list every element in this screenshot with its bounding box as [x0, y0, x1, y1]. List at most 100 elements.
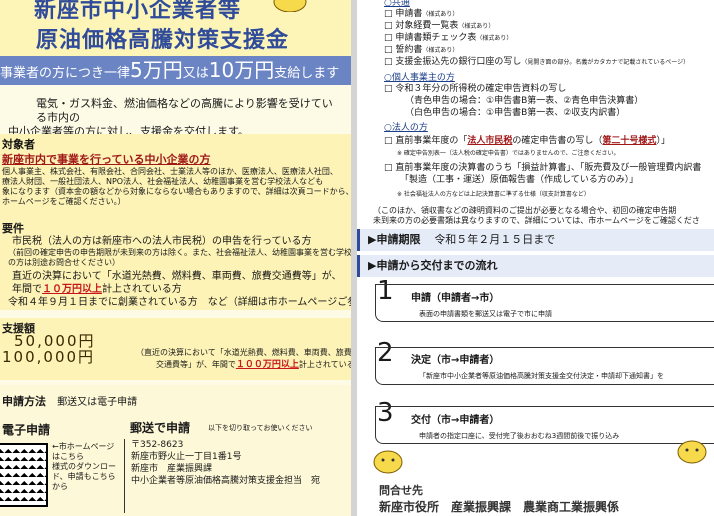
step-title: 交付（市→申請者）: [411, 415, 500, 426]
requirement-3: 令和４年９月１日までに創業されている方 など（詳細は市ホームページご参照）: [8, 297, 351, 308]
mascot-icon: [677, 440, 707, 464]
mail-label: 郵送で申請: [130, 421, 191, 435]
method-line: 申請方法 郵送又は電子申請: [2, 393, 137, 409]
common-item-label: 対象経費一覧表: [395, 21, 459, 31]
corp1-mid: の確定申告書の写し（: [512, 136, 603, 146]
corp2-a: 直前事業年度の決算書のうち「損益計算書」、「販売費及び一般管理費内訳書: [395, 163, 702, 173]
step-desc: 表面の申請書類を郵送又は電子で市に申請: [419, 310, 552, 318]
deadline-value: 令和５年２月１５日まで: [434, 233, 556, 246]
mascot-icon: [273, 0, 307, 12]
requirement-2b-amount: １０万円以上: [42, 284, 102, 295]
corp1-form: 第二十号様式: [602, 136, 657, 146]
step-title: 申請（申請者→市）: [411, 293, 500, 304]
corporate-header: ○法人の方: [384, 123, 428, 133]
mail-hint: 以下を切り取ってお使いください: [208, 424, 313, 432]
amount-note-2-pre: 交通費等」が、年間で: [156, 360, 236, 369]
corp2-note: ※ 社会福祉法人の方などは上記決算書に準ずる仕様（収支計算書など）: [397, 191, 590, 198]
common-item-note: （様式あり）: [458, 23, 495, 30]
common-item-label: 申請書: [395, 9, 423, 19]
requirements-heading: 要件: [2, 222, 24, 235]
common-item-label: 誓約書: [395, 45, 423, 55]
amount-note-2: 交通費等」が、年間で１００万円以上計上されている方）: [156, 360, 351, 370]
individual-item-0: □ 令和３年分の所得税の確定申告資料の写し: [384, 84, 567, 94]
corp1-pre: 直前事業年度の「: [395, 136, 468, 146]
banner-conj: 又は: [182, 66, 209, 81]
mascot-icon: [373, 450, 403, 474]
amount-note-2-amount: １００万円以上: [235, 360, 299, 370]
target-detail-0: 個人事業主、株式会社、有限会社、合同会社、士業法人等のほか、医療法人、医療法人社…: [2, 167, 338, 176]
method-heading: 申請方法: [2, 395, 46, 408]
target-main: 新座市内で事業を行っている中小企業の方: [2, 153, 211, 166]
common-item-4: □ 支援金振込先の銀行口座の写し（見開き面の部分。名義がカタカナで記載されている…: [384, 57, 690, 67]
common-item-label: 申請書類チェック表: [395, 33, 477, 43]
individual-item-text: 令和３年分の所得税の確定申告資料の写し: [395, 84, 567, 94]
common-item-2: □ 申請書類チェック表（様式あり）: [384, 33, 513, 43]
electronic-label: 電子申請: [2, 423, 51, 437]
flow-header-text: ▶申請から交付までの流れ: [368, 259, 498, 272]
corp1-post: ）」: [656, 136, 670, 146]
title-line1: 新座市中小企業者等: [34, 0, 242, 23]
requirement-1-note-1: の方は別途お問合せください）: [8, 258, 120, 267]
requirement-1: 市民税（法人の方は新座市への法人市民税）の申告を行っている方: [12, 236, 312, 247]
common-item-label: 支援金振込先の銀行口座の写し: [395, 57, 522, 67]
intro-line1: 電気・ガス料金、燃油価格などの高騰により影響を受けている市内の: [36, 97, 333, 124]
amount-note-1: （直近の決算において「水道光熱費、燃料費、車両費、旅費: [136, 348, 351, 357]
amount-banner: 事業者の方につき一律5万円又は10万円支給します: [0, 56, 351, 85]
corp-item-2: □ 直前事業年度の決算書のうち「損益計算書」、「販売費及び一般管理費内訳書: [384, 163, 702, 173]
common-item-note: （様式あり）: [422, 47, 459, 54]
address-0: 〒352-8623: [131, 440, 184, 450]
corp-item-1: □ 直前事業年度の「法人市民税の確定申告書の写し（第二十号様式）」: [384, 136, 670, 146]
address-3: 中小企業者等原油価格高騰対策支援金担当 宛: [131, 476, 321, 486]
intro-text: 電気・ガス料金、燃油価格などの高騰により影響を受けている市内の 中小企業者等の方…: [8, 97, 338, 139]
electronic-desc-4: から: [52, 482, 68, 491]
flow-header: ▶申請から交付までの流れ: [357, 255, 714, 277]
target-detail-3: ホームページをご確認ください。）: [2, 197, 126, 206]
amount-100000: 100,000円: [2, 348, 96, 366]
individual-header: ○個人事業主の方: [384, 73, 455, 83]
target-section: 対象者 新座市内で事業を行っている中小企業の方 個人事業主、株式会社、有限会社、…: [0, 134, 351, 218]
common-item-note: （様式あり）: [476, 35, 513, 42]
qr-code-icon[interactable]: [0, 443, 48, 507]
electronic-desc-0: ←市ホームページ: [52, 442, 115, 451]
flyer-front-page: 新座市中小企業者等 原油価格高騰対策支援金 事業者の方につき一律5万円又は10万…: [0, 0, 351, 516]
banner-suffix: 支給します: [274, 66, 340, 81]
banner-prefix: 事業者の方につき一律: [0, 66, 131, 81]
common-item-note: （様式あり）: [422, 11, 459, 18]
method-text: 郵送又は電子申請: [57, 397, 138, 408]
individual-item-1: （青色申告の場合：①申告書B第一表、②青色申告決算書）: [405, 96, 644, 106]
target-detail-2: 象になります（資本金の額などから対象にならない場合もありますので、詳細は次頁コー…: [2, 187, 351, 196]
method-section: 申請方法 郵送又は電子申請 電子申請 ←市ホームページ はこちら 様式のダウンロ…: [0, 385, 351, 516]
banner-amount1: 5万円: [130, 58, 183, 82]
title-line2: 原油価格高騰対策支援金: [36, 27, 290, 53]
common-item-note: （見開き面の部分。名義がカタカナで記載されているページ）: [521, 59, 690, 66]
address-1: 新座市野火止一丁目1番1号: [131, 452, 242, 462]
mail-address-block: 〒352-8623 新座市野火止一丁目1番1号 新座市 産業振興課 中小企業者等…: [124, 439, 351, 513]
electronic-desc-2: 様式のダウンロー: [52, 462, 116, 471]
electronic-desc-1: はこちら: [52, 452, 84, 461]
step-desc: 申請者の指定口座に、受付完了後おおむね3週間前後で振り込み: [419, 432, 620, 440]
amount-note-2-post: 計上されている方）: [298, 360, 351, 369]
corp1-note: ※ 確定申告別表一（法人税の確定申告書）ではありませんので、ご注意ください。: [397, 150, 620, 157]
step-title: 決定（市→申請者）: [411, 355, 500, 366]
requirement-1-note-0: （前回の確定申告の申告期限が未到来の方は除く。また、社会福祉法人、幼稚園事業を営…: [8, 248, 351, 257]
flyer-back-page: ○共通 □ 申請書（様式あり） □ 対象経費一覧表（様式あり） □ 申請書類チェ…: [357, 0, 714, 516]
target-heading: 対象者: [2, 138, 35, 151]
step-desc: 「新座市中小企業者等原油価格高騰対策支援金交付決定・申請却下通知書」を: [419, 372, 664, 380]
banner-amount2: 10万円: [208, 58, 275, 82]
common-item-0: □ 申請書（様式あり）: [384, 9, 459, 19]
corp1-bold: 法人市民税: [467, 136, 513, 146]
extra-note-1: 未到来の方の必要書類は異なりますので、詳細については、市ホームページをご確認くだ…: [373, 216, 700, 225]
amount-section: 支援額 50,000円 100,000円 （直近の決算において「水道光熱費、燃料…: [0, 318, 351, 380]
requirement-2b: 年間で１０万円以上計上されている方: [12, 283, 182, 296]
electronic-desc: ←市ホームページ はこちら 様式のダウンロー ド、申請もこちら から: [52, 442, 116, 492]
address-2: 新座市 産業振興課: [131, 464, 213, 474]
target-detail-1: 療法人財団、一般社団法人、NPO法人、社会福祉法人、幼稚園事業を営む学校法人など…: [2, 177, 324, 186]
requirement-2a: 直近の決算において「水道光熱費、燃料費、車両費、旅費交通費等」が、: [12, 271, 342, 282]
deadline-row: ▶申請期限 令和５年２月１５日まで: [357, 229, 714, 251]
deadline-label: ▶申請期限: [368, 233, 421, 246]
requirement-2b-post: 計上されている方: [102, 284, 182, 295]
common-item-1: □ 対象経費一覧表（様式あり）: [384, 21, 495, 31]
individual-item-2: （白色申告の場合：①申告書B第一表、②収支内訳書）: [405, 108, 626, 118]
inquiry-value: 新座市役所 産業振興課 農業商工業振興係: [379, 500, 620, 514]
requirements-section: 要件 市民税（法人の方は新座市への法人市民税）の申告を行っている方 （前回の確定…: [0, 218, 351, 310]
